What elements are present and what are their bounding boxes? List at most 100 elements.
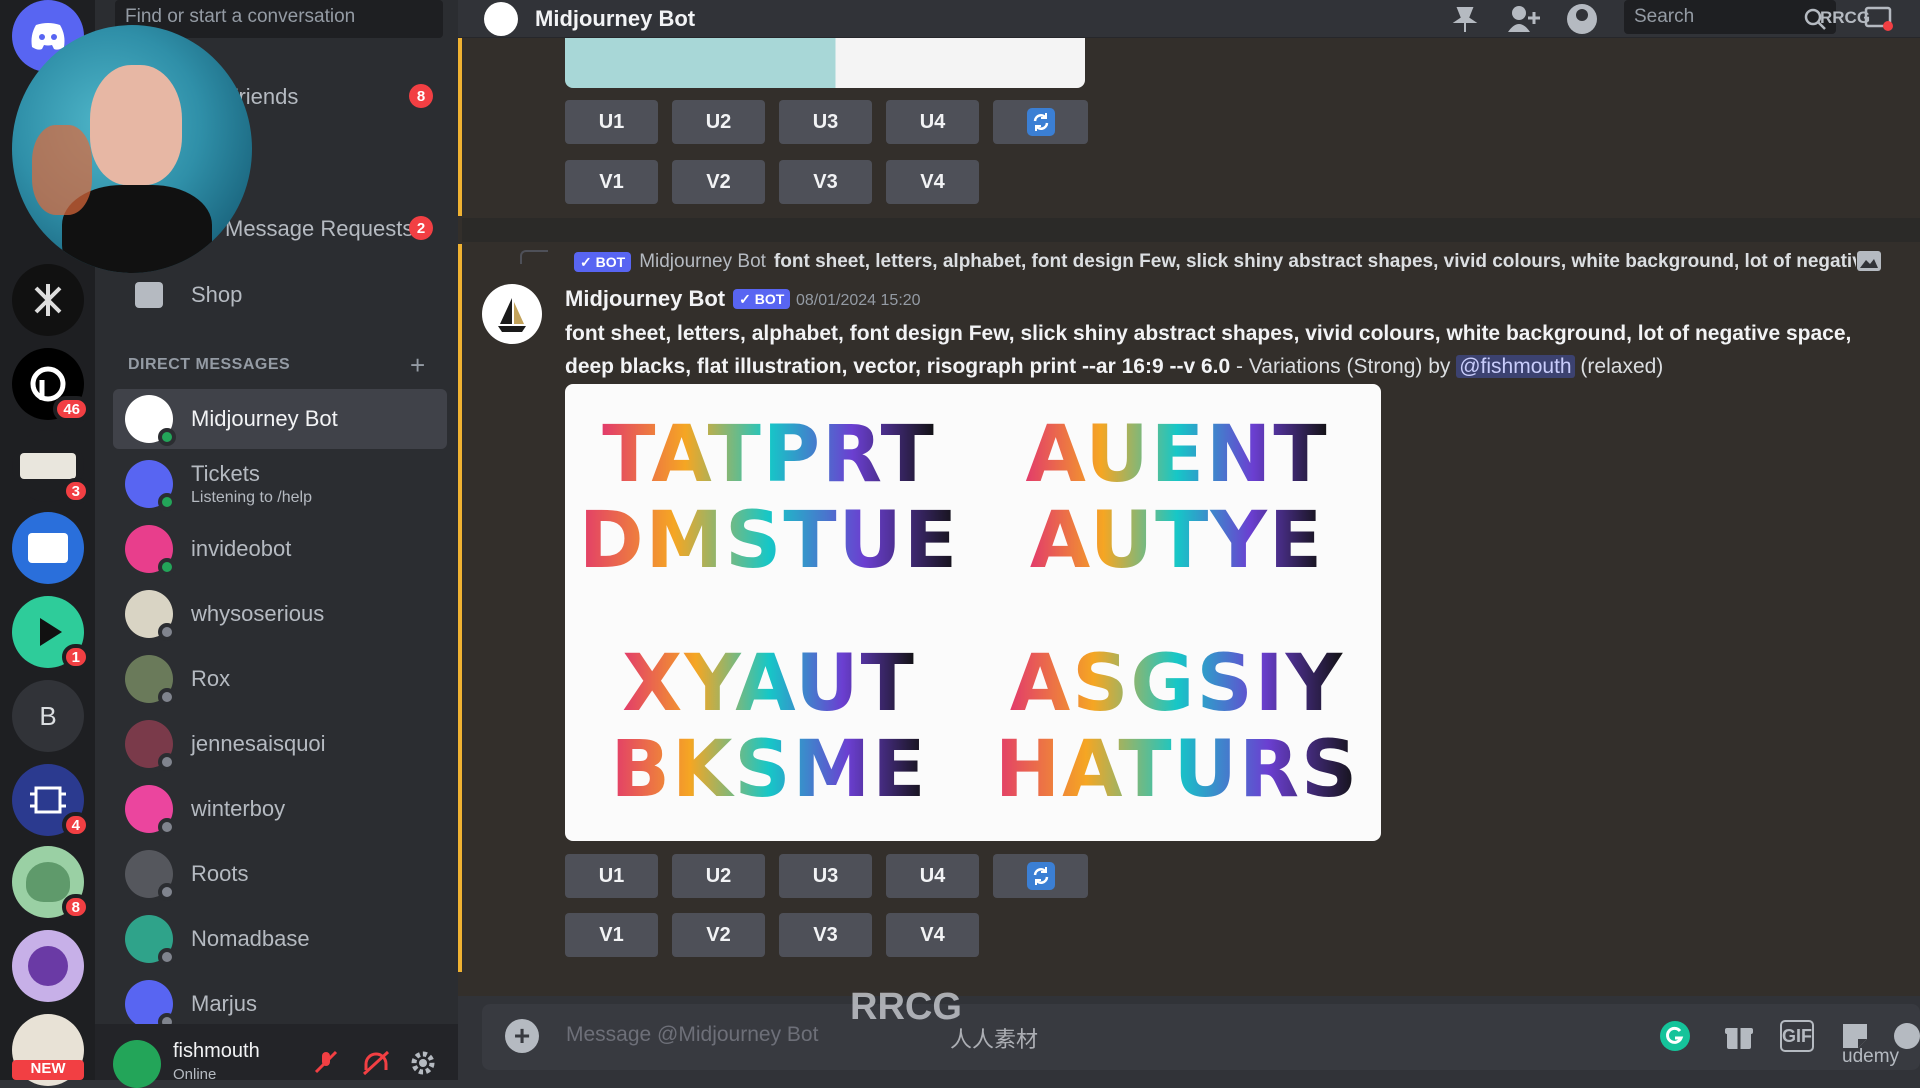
nav-shop-label: Shop <box>191 282 243 307</box>
message-author[interactable]: Midjourney Bot ✓ BOT <box>565 286 791 312</box>
quadrant-text: BKSME <box>610 724 928 815</box>
settings-gear-icon[interactable] <box>410 1050 436 1076</box>
server-icon-5[interactable]: 1 <box>12 596 90 670</box>
refresh-icon <box>1026 108 1055 136</box>
server-letter: B <box>39 700 57 731</box>
variation-button-1[interactable]: V1 <box>565 913 658 957</box>
variation-button-3[interactable]: V3 <box>779 913 872 957</box>
quadrant-text: AUENT <box>1025 410 1329 501</box>
upscale-button-1[interactable]: U1 <box>565 100 658 144</box>
upscale-button-2[interactable]: U2 <box>672 854 765 898</box>
upscale-button-3[interactable]: U3 <box>779 100 872 144</box>
inbox-icon[interactable] <box>1864 4 1894 32</box>
dm-item-whysoserious[interactable]: whysoserious <box>113 584 447 644</box>
upscale-button-2[interactable]: U2 <box>672 100 765 144</box>
reply-preview[interactable]: ✓ BOT Midjourney Bot font sheet, letters… <box>566 251 1856 273</box>
dm-item-nomadbase[interactable]: Nomadbase <box>113 909 447 969</box>
variation-button-4[interactable]: V4 <box>886 913 979 957</box>
upscale-button-1[interactable]: U1 <box>565 854 658 898</box>
dm-name: invideobot <box>191 536 292 561</box>
avatar <box>125 785 176 836</box>
online-status-icon <box>158 493 176 511</box>
new-badge: NEW <box>12 1060 84 1080</box>
message-input[interactable]: Message @Midjourney Bot <box>566 1023 818 1047</box>
quadrant-text: XYAUT <box>622 638 916 729</box>
quadrant-text: AUTYE <box>1029 496 1325 587</box>
user-avatar[interactable] <box>113 1040 161 1088</box>
message-content: font sheet, letters, alphabet, font desi… <box>565 317 1865 383</box>
nav-shop[interactable]: Shop <box>115 268 445 322</box>
watermark-sub: 人人素材 <box>950 1027 1039 1052</box>
nav-requests-label: Message Requests <box>225 216 414 241</box>
variation-label: - Variations (Strong) by <box>1230 355 1457 378</box>
server-icon-4[interactable] <box>12 512 84 584</box>
add-friend-icon[interactable] <box>1506 4 1540 34</box>
message-avatar[interactable] <box>482 284 542 344</box>
avatar <box>125 525 176 576</box>
gift-icon[interactable] <box>1722 1020 1756 1052</box>
variation-button-2[interactable]: V2 <box>672 913 765 957</box>
pin-icon[interactable] <box>1450 4 1480 34</box>
server-icon-1[interactable] <box>12 264 84 336</box>
shop-icon <box>135 282 163 308</box>
reply-connector <box>520 250 548 264</box>
watermark-logo: RRCG <box>850 986 962 1028</box>
dm-item-rox[interactable]: Rox <box>113 649 447 709</box>
reroll-button[interactable] <box>993 100 1088 144</box>
dm-name: Marjus <box>191 991 258 1016</box>
image-quadrant-3: XYAUT BKSME <box>565 613 973 842</box>
avatar <box>125 850 176 901</box>
variation-button-2[interactable]: V2 <box>672 160 765 204</box>
mode-label: (relaxed) <box>1574 355 1664 378</box>
dm-name: winterboy <box>191 796 286 821</box>
offline-status-icon <box>158 818 176 836</box>
upscale-button-4[interactable]: U4 <box>886 100 979 144</box>
dm-item-jennesaisquoi[interactable]: jennesaisquoi <box>113 714 447 774</box>
server-badge: 1 <box>61 644 90 670</box>
grammarly-icon[interactable] <box>1658 1020 1692 1052</box>
mute-mic-icon[interactable] <box>314 1050 338 1076</box>
add-dm-button[interactable]: + <box>410 350 425 381</box>
gif-button[interactable]: GIF <box>1780 1020 1814 1052</box>
bot-tag-label: BOT <box>754 291 785 307</box>
dm-name: Nomadbase <box>191 926 310 951</box>
bot-tag-label: BOT <box>595 254 626 270</box>
dm-name: Roots <box>191 861 249 886</box>
previous-image-grid[interactable] <box>565 38 1085 88</box>
attach-plus-button[interactable]: + <box>505 1019 539 1053</box>
server-icon-9[interactable] <box>12 930 84 1002</box>
dm-item-tickets[interactable]: Tickets Listening to /help <box>113 454 447 514</box>
variation-button-1[interactable]: V1 <box>565 160 658 204</box>
avatar <box>125 395 176 446</box>
avatar <box>125 460 176 511</box>
udemy-watermark: udemy <box>1842 1046 1900 1067</box>
user-status: Online <box>173 1066 217 1083</box>
user-profile-icon[interactable] <box>1565 2 1599 36</box>
reroll-button[interactable] <box>993 854 1088 898</box>
corner-watermark: RRCG <box>1820 8 1871 27</box>
avatar <box>125 980 176 1031</box>
server-icon-2[interactable]: 46 <box>12 348 90 422</box>
avatar <box>125 590 176 641</box>
upscale-button-4[interactable]: U4 <box>886 854 979 898</box>
dm-item-invideobot[interactable]: invideobot <box>113 519 447 579</box>
dm-item-midjourney-bot[interactable]: Midjourney Bot <box>113 389 447 449</box>
dm-activity: Listening to /help <box>191 489 312 506</box>
user-mention[interactable]: @fishmouth <box>1456 355 1575 378</box>
upscale-button-3[interactable]: U3 <box>779 854 872 898</box>
dm-item-winterboy[interactable]: winterboy <box>113 779 447 839</box>
deafen-headphones-icon[interactable] <box>362 1050 390 1076</box>
server-icon-8[interactable]: 8 <box>12 846 90 920</box>
server-icon-7[interactable]: 4 <box>12 764 90 838</box>
offline-status-icon <box>158 688 176 706</box>
server-icon-6[interactable]: B <box>12 680 84 752</box>
dm-item-roots[interactable]: Roots <box>113 844 447 904</box>
avatar <box>125 655 176 706</box>
server-icon-3[interactable]: 3 <box>12 430 90 504</box>
variation-button-4[interactable]: V4 <box>886 160 979 204</box>
dm-name: Tickets <box>191 461 260 486</box>
channel-title: Midjourney Bot <box>535 6 696 31</box>
generated-image-grid[interactable]: TATPRT DMSTUE AUENT AUTYE XYAUT BKSME ASGSI… <box>565 384 1381 841</box>
variation-button-3[interactable]: V3 <box>779 160 872 204</box>
friends-count-badge: 8 <box>409 84 433 108</box>
